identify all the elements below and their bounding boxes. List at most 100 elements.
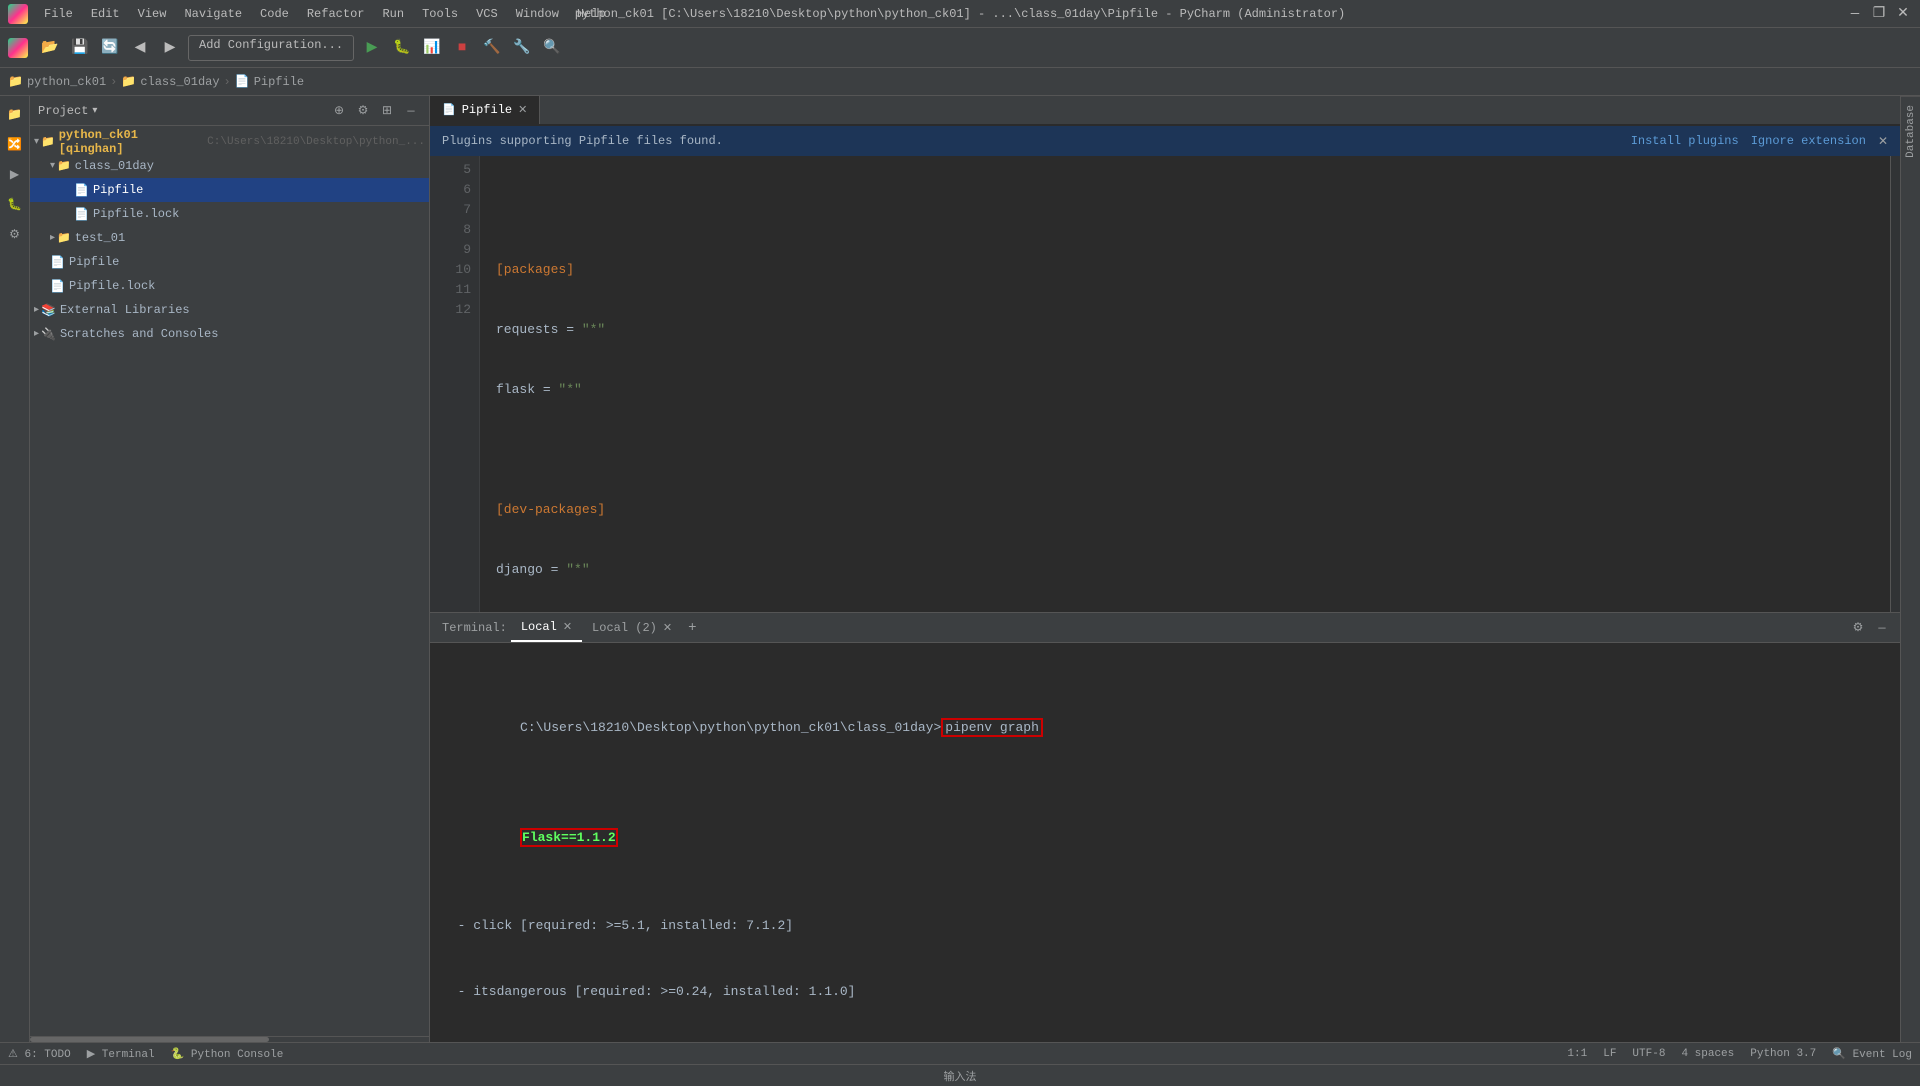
debug-button[interactable]: 🐛 bbox=[390, 36, 414, 60]
scrollbar-thumb bbox=[30, 1037, 269, 1042]
stop-button[interactable]: ■ bbox=[450, 36, 474, 60]
run-with-coverage[interactable]: 📊 bbox=[420, 36, 444, 60]
maximize-button[interactable]: ❐ bbox=[1870, 5, 1888, 23]
back-button[interactable]: ◀ bbox=[128, 36, 152, 60]
sync-button[interactable]: 🔄 bbox=[98, 36, 122, 60]
python-console-label: Python Console bbox=[191, 1049, 283, 1061]
python-version[interactable]: Python 3.7 bbox=[1750, 1048, 1816, 1060]
python-console-icon: 🐍 bbox=[171, 1049, 185, 1061]
project-expand-button[interactable]: ⊞ bbox=[377, 101, 397, 121]
minimize-button[interactable]: — bbox=[1846, 5, 1864, 23]
terminal-tab-local2[interactable]: Local (2) ✕ bbox=[582, 613, 682, 642]
terminal-settings-button[interactable]: ⚙ bbox=[1848, 618, 1868, 638]
menu-refactor[interactable]: Refactor bbox=[299, 5, 373, 23]
line-separator[interactable]: LF bbox=[1603, 1048, 1616, 1060]
install-plugins-button[interactable]: Install plugins bbox=[1631, 134, 1739, 149]
file-encoding[interactable]: UTF-8 bbox=[1632, 1048, 1665, 1060]
python-console-button[interactable]: 🐍 Python Console bbox=[171, 1047, 284, 1061]
project-dropdown-icon[interactable]: ▾ bbox=[92, 105, 97, 117]
terminal-tab-local[interactable]: Local ✕ bbox=[511, 613, 582, 642]
new-terminal-button[interactable]: + bbox=[682, 620, 702, 636]
tab-close-button[interactable]: ✕ bbox=[518, 103, 527, 117]
ignore-extension-button[interactable]: Ignore extension bbox=[1751, 134, 1866, 149]
terminal-button[interactable]: ▶ Terminal bbox=[87, 1047, 155, 1061]
database-panel-tab[interactable]: Database bbox=[1901, 96, 1920, 166]
tree-item-pipfile-lock[interactable]: 📄 Pipfile.lock bbox=[30, 202, 429, 226]
arrow-icon: ▸ bbox=[34, 328, 39, 340]
code-line-5 bbox=[496, 200, 1874, 220]
cursor-position[interactable]: 1:1 bbox=[1567, 1048, 1587, 1060]
project-tree: ▾ 📁 python_ck01 [qinghan] C:\Users\18210… bbox=[30, 126, 429, 1036]
open-file-button[interactable]: 📂 bbox=[38, 36, 62, 60]
project-panel: Project ▾ ⊕ ⚙ ⊞ — ▾ 📁 python_ck01 [qingh… bbox=[30, 96, 430, 1042]
tree-item-pipfile2[interactable]: 📄 Pipfile bbox=[30, 250, 429, 274]
terminal-content[interactable]: C:\Users\18210\Desktop\python\python_ck0… bbox=[430, 643, 1900, 1042]
tree-item-class01day[interactable]: ▾ 📁 class_01day bbox=[30, 154, 429, 178]
tree-item-pipfile-lock2[interactable]: 📄 Pipfile.lock bbox=[30, 274, 429, 298]
code-line-6: [packages] bbox=[496, 260, 1874, 280]
project-settings-button[interactable]: ⚙ bbox=[353, 101, 373, 121]
tree-item-pipfile[interactable]: 📄 Pipfile bbox=[30, 178, 429, 202]
project-panel-icon[interactable]: 📁 bbox=[1, 100, 29, 128]
menu-view[interactable]: View bbox=[130, 5, 175, 23]
plugin-bar-close[interactable]: ✕ bbox=[1878, 134, 1888, 149]
search-everywhere-button[interactable]: 🔍 bbox=[540, 36, 564, 60]
run-panel-icon[interactable]: ▶ bbox=[1, 160, 29, 188]
folder-icon: 📁 bbox=[121, 74, 136, 89]
indent-setting[interactable]: 4 spaces bbox=[1681, 1048, 1734, 1060]
statusbar-left: ⚠ 6: TODO ▶ Terminal 🐍 Python Console bbox=[8, 1047, 283, 1061]
project-locate-button[interactable]: ⊕ bbox=[329, 101, 349, 121]
services-icon[interactable]: ⚙ bbox=[1, 220, 29, 248]
eq-sign3: = bbox=[543, 562, 566, 577]
terminal-dep-itsdangerous: - itsdangerous [required: >=0.24, instal… bbox=[442, 981, 1888, 1003]
line-num-9: 9 bbox=[430, 240, 471, 260]
todo-panel-button[interactable]: ⚠ 6: TODO bbox=[8, 1047, 71, 1061]
file-icon2: 📄 bbox=[50, 279, 65, 294]
terminal-hide-button[interactable]: — bbox=[1872, 618, 1892, 638]
menu-code[interactable]: Code bbox=[252, 5, 297, 23]
code-line-9 bbox=[496, 440, 1874, 460]
breadcrumb-folder[interactable]: class_01day bbox=[140, 75, 219, 89]
forward-button[interactable]: ▶ bbox=[158, 36, 182, 60]
project-collapse-button[interactable]: — bbox=[401, 101, 421, 121]
terminal-label: Terminal: bbox=[438, 621, 511, 635]
build-button[interactable]: 🔨 bbox=[480, 36, 504, 60]
menu-edit[interactable]: Edit bbox=[83, 5, 128, 23]
project-scrollbar[interactable] bbox=[30, 1036, 429, 1042]
breadcrumb-project[interactable]: python_ck01 bbox=[27, 75, 106, 89]
titlebar: File Edit View Navigate Code Refactor Ru… bbox=[0, 0, 1920, 28]
tree-item-scratches[interactable]: ▸ 🔌 Scratches and Consoles bbox=[30, 322, 429, 346]
add-configuration-button[interactable]: Add Configuration... bbox=[188, 35, 354, 61]
menu-navigate[interactable]: Navigate bbox=[176, 5, 250, 23]
menu-vcs[interactable]: VCS bbox=[468, 5, 506, 23]
local-tab-close[interactable]: ✕ bbox=[563, 620, 572, 634]
breadcrumb-file[interactable]: Pipfile bbox=[254, 75, 304, 89]
debug-panel-icon[interactable]: 🐛 bbox=[1, 190, 29, 218]
line-num-8: 8 bbox=[430, 220, 471, 240]
project-panel-header: Project ▾ ⊕ ⚙ ⊞ — bbox=[30, 96, 429, 126]
tree-label-root: python_ck01 [qinghan] bbox=[59, 128, 203, 156]
tree-label-class01day: class_01day bbox=[75, 159, 154, 173]
tree-item-ext-libs[interactable]: ▸ 📚 External Libraries bbox=[30, 298, 429, 322]
tree-item-test01[interactable]: ▸ 📁 test_01 bbox=[30, 226, 429, 250]
menu-run[interactable]: Run bbox=[374, 5, 412, 23]
editor-scrollbar[interactable] bbox=[1890, 156, 1900, 612]
save-button[interactable]: 💾 bbox=[68, 36, 92, 60]
menu-window[interactable]: Window bbox=[508, 5, 567, 23]
menu-file[interactable]: File bbox=[36, 5, 81, 23]
event-log-button[interactable]: 🔍 Event Log bbox=[1832, 1047, 1912, 1061]
menu-tools[interactable]: Tools bbox=[414, 5, 466, 23]
terminal-status-label: Terminal bbox=[102, 1049, 155, 1061]
code-content[interactable]: [packages] requests = "*" flask = "*" [d… bbox=[480, 156, 1890, 612]
settings-button[interactable]: 🔧 bbox=[510, 36, 534, 60]
commit-icon[interactable]: 🔀 bbox=[1, 130, 29, 158]
editor-tab-pipfile[interactable]: 📄 Pipfile ✕ bbox=[430, 96, 540, 124]
search-icon: 🔍 bbox=[1832, 1049, 1846, 1061]
statusbar: ⚠ 6: TODO ▶ Terminal 🐍 Python Console 1:… bbox=[0, 1042, 1920, 1064]
run-button[interactable]: ▶ bbox=[360, 36, 384, 60]
close-button[interactable]: ✕ bbox=[1894, 5, 1912, 23]
terminal-prompt: C:\Users\18210\Desktop\python\python_ck0… bbox=[520, 720, 941, 735]
local2-tab-close[interactable]: ✕ bbox=[663, 621, 672, 635]
terminal-prompt-line: C:\Users\18210\Desktop\python\python_ck0… bbox=[442, 695, 1888, 761]
tree-item-root[interactable]: ▾ 📁 python_ck01 [qinghan] C:\Users\18210… bbox=[30, 130, 429, 154]
